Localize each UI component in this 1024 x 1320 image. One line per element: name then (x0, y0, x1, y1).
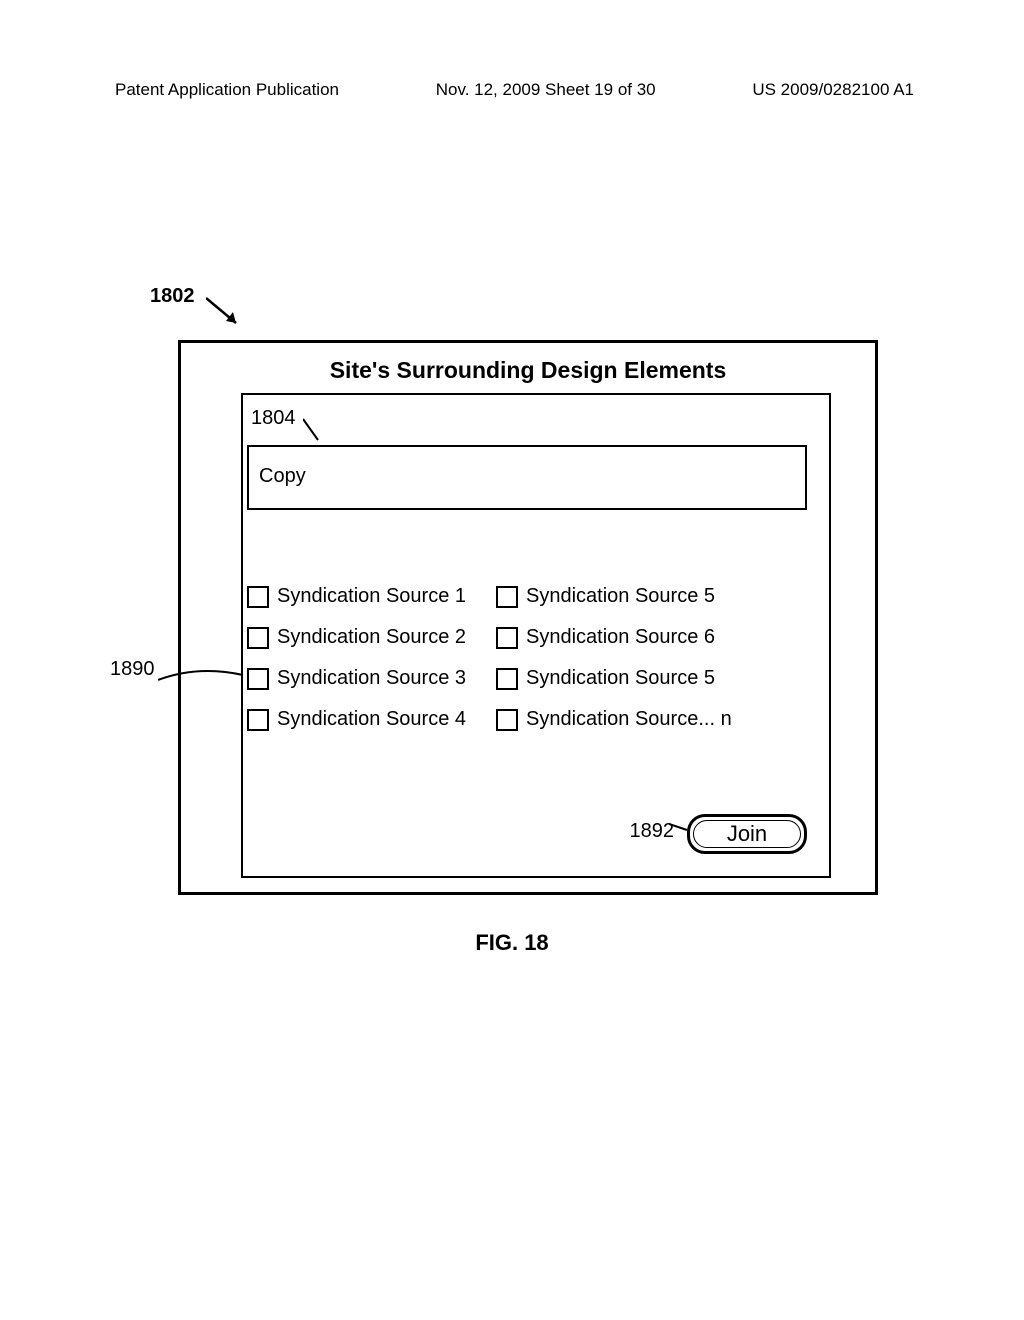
sources-column-2: Syndication Source 5 Syndication Source … (496, 585, 732, 731)
checkbox-icon[interactable] (247, 627, 269, 649)
sources-column-1: Syndication Source 1 Syndication Source … (247, 585, 466, 731)
source-row: Syndication Source... n (496, 708, 732, 731)
reference-numeral-1890: 1890 (110, 658, 155, 681)
reference-numeral-1802: 1802 (150, 285, 195, 308)
checkbox-icon[interactable] (496, 709, 518, 731)
source-label: Syndication Source 5 (526, 585, 715, 608)
header-left: Patent Application Publication (115, 80, 339, 100)
source-row: Syndication Source 2 (247, 626, 466, 649)
checkbox-icon[interactable] (496, 627, 518, 649)
source-label: Syndication Source 2 (277, 626, 466, 649)
inner-panel: 1804 Copy Syndication Source 1 Syndicati… (241, 393, 831, 878)
page-header: Patent Application Publication Nov. 12, … (0, 0, 1024, 100)
join-label: Join (727, 821, 767, 847)
source-row: Syndication Source 1 (247, 585, 466, 608)
source-label: Syndication Source 1 (277, 585, 466, 608)
source-row: Syndication Source 5 (496, 667, 732, 690)
source-row: Syndication Source 5 (496, 585, 732, 608)
reference-numeral-1804: 1804 (251, 407, 296, 430)
outer-panel: Site's Surrounding Design Elements 1804 … (178, 340, 878, 895)
source-label: Syndication Source... n (526, 708, 732, 731)
join-button-inner: Join (693, 820, 801, 848)
source-label: Syndication Source 6 (526, 626, 715, 649)
checkbox-icon[interactable] (247, 668, 269, 690)
syndication-sources: Syndication Source 1 Syndication Source … (247, 585, 732, 731)
figure-caption: FIG. 18 (0, 930, 1024, 956)
leader-line-1890 (158, 670, 248, 700)
header-center: Nov. 12, 2009 Sheet 19 of 30 (436, 80, 656, 100)
leader-line-1892 (669, 820, 689, 835)
source-label: Syndication Source 5 (526, 667, 715, 690)
header-right: US 2009/0282100 A1 (752, 80, 914, 100)
copy-field[interactable]: Copy (247, 445, 807, 510)
checkbox-icon[interactable] (247, 709, 269, 731)
join-button[interactable]: Join (687, 814, 807, 854)
panel-title: Site's Surrounding Design Elements (181, 343, 875, 384)
source-row: Syndication Source 4 (247, 708, 466, 731)
checkbox-icon[interactable] (247, 586, 269, 608)
copy-label: Copy (259, 465, 306, 487)
checkbox-icon[interactable] (496, 668, 518, 690)
source-label: Syndication Source 4 (277, 708, 466, 731)
reference-numeral-1892: 1892 (630, 820, 675, 843)
source-label: Syndication Source 3 (277, 667, 466, 690)
checkbox-icon[interactable] (496, 586, 518, 608)
leader-line-1802 (206, 293, 256, 343)
source-row: Syndication Source 3 (247, 667, 466, 690)
source-row: Syndication Source 6 (496, 626, 732, 649)
